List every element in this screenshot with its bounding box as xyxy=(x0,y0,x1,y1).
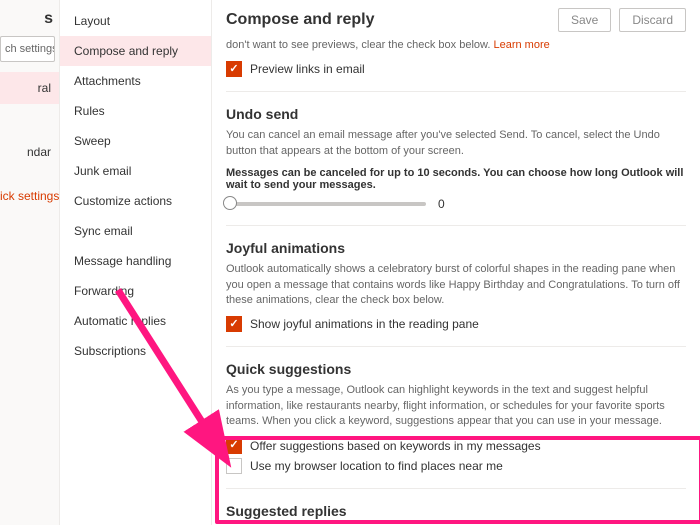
joyful-checkbox-label: Show joyful animations in the reading pa… xyxy=(250,317,479,331)
link-preview-desc: don't want to see previews, clear the ch… xyxy=(226,39,490,51)
joyful-desc: Outlook automatically shows a celebrator… xyxy=(226,262,686,308)
sidebar-a-item-calendar[interactable]: ndar xyxy=(0,136,59,168)
sidebar-item-customize-actions[interactable]: Customize actions xyxy=(60,186,211,216)
undo-send-slider-label: Messages can be canceled for up to 10 se… xyxy=(226,167,686,191)
offer-suggestions-checkbox[interactable] xyxy=(226,438,242,454)
joyful-title: Joyful animations xyxy=(226,240,686,256)
sidebar-item-forwarding[interactable]: Forwarding xyxy=(60,276,211,306)
discard-button[interactable]: Discard xyxy=(619,8,686,32)
search-placeholder: ch settings xyxy=(5,43,55,55)
quick-settings-link[interactable]: ick settings xyxy=(0,180,59,212)
suggested-title: Suggested replies xyxy=(226,503,686,519)
settings-title: s xyxy=(0,0,53,36)
sidebar-item-attachments[interactable]: Attachments xyxy=(60,66,211,96)
page-title: Compose and reply xyxy=(226,11,374,29)
sidebar-item-automatic-replies[interactable]: Automatic replies xyxy=(60,306,211,336)
learn-more-link[interactable]: Learn more xyxy=(493,39,549,51)
slider-thumb[interactable] xyxy=(223,196,237,210)
undo-send-slider[interactable] xyxy=(226,202,426,206)
main-content: Compose and reply Save Discard don't wan… xyxy=(212,0,700,525)
sidebar-a-item-general[interactable]: ral xyxy=(0,72,59,104)
undo-send-value: 0 xyxy=(438,197,445,211)
section-suggested-replies: Suggested replies When you open a messag… xyxy=(226,488,686,525)
browser-location-label: Use my browser location to find places n… xyxy=(250,459,503,473)
settings-category-sidebar: s ch settings ral ndar ick settings xyxy=(0,0,60,525)
sidebar-item-message-handling[interactable]: Message handling xyxy=(60,246,211,276)
sidebar-item-sweep[interactable]: Sweep xyxy=(60,126,211,156)
browser-location-checkbox[interactable] xyxy=(226,458,242,474)
sidebar-item-subscriptions[interactable]: Subscriptions xyxy=(60,336,211,366)
sidebar-item-layout[interactable]: Layout xyxy=(60,6,211,36)
preview-links-checkbox[interactable] xyxy=(226,61,242,77)
section-joyful-animations: Joyful animations Outlook automatically … xyxy=(226,225,686,346)
joyful-checkbox[interactable] xyxy=(226,316,242,332)
sidebar-item-sync-email[interactable]: Sync email xyxy=(60,216,211,246)
sidebar-item-rules[interactable]: Rules xyxy=(60,96,211,126)
quick-desc: As you type a message, Outlook can highl… xyxy=(226,383,686,429)
settings-subsection-sidebar: Layout Compose and reply Attachments Rul… xyxy=(60,0,212,525)
section-undo-send: Undo send You can cancel an email messag… xyxy=(226,91,686,225)
offer-suggestions-label: Offer suggestions based on keywords in m… xyxy=(250,439,541,453)
undo-send-desc: You can cancel an email message after yo… xyxy=(226,128,686,159)
preview-links-label: Preview links in email xyxy=(250,62,365,76)
save-button[interactable]: Save xyxy=(558,8,611,32)
undo-send-title: Undo send xyxy=(226,106,686,122)
sidebar-a-item[interactable] xyxy=(0,104,59,136)
section-link-preview: don't want to see previews, clear the ch… xyxy=(226,38,686,91)
search-input[interactable]: ch settings xyxy=(0,36,55,62)
section-quick-suggestions: Quick suggestions As you type a message,… xyxy=(226,346,686,487)
sidebar-item-compose-reply[interactable]: Compose and reply xyxy=(60,36,211,66)
sidebar-item-junk-email[interactable]: Junk email xyxy=(60,156,211,186)
quick-title: Quick suggestions xyxy=(226,361,686,377)
